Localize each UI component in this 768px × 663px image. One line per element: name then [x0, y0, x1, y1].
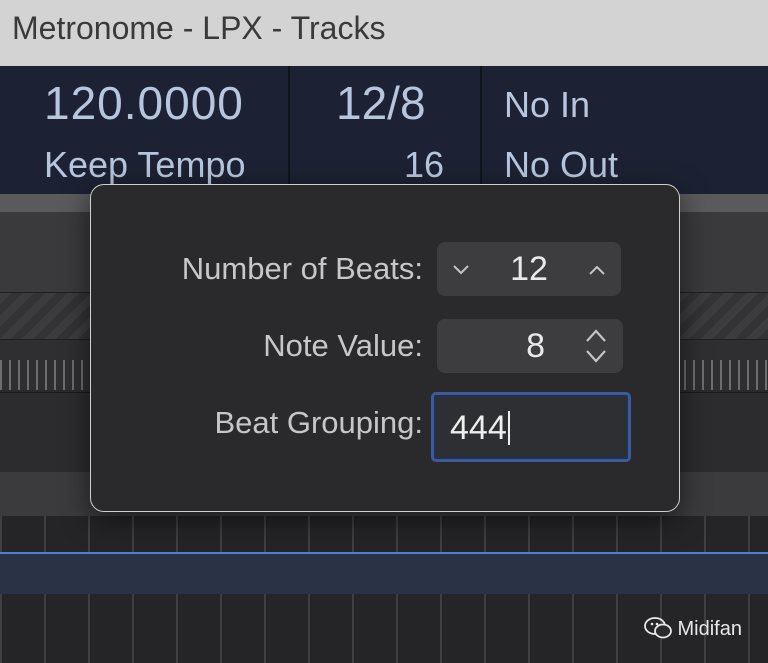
- time-signature-display[interactable]: 12/8: [336, 76, 426, 130]
- note-value-value[interactable]: 8: [526, 327, 545, 366]
- division-display[interactable]: 16: [404, 144, 444, 186]
- beat-grouping-text: 444: [450, 409, 507, 447]
- midi-out-display[interactable]: No Out: [504, 144, 618, 186]
- tempo-display[interactable]: 120.0000: [44, 76, 244, 130]
- chevron-up-icon[interactable]: [579, 250, 615, 288]
- beat-grouping-label: Beat Grouping:: [214, 405, 423, 440]
- control-bar-lcd: 120.0000 Keep Tempo 12/8 16 No In No Out: [0, 66, 768, 194]
- watermark: Midifan: [643, 617, 742, 641]
- note-value-label: Note Value:: [263, 328, 423, 363]
- text-caret: [507, 411, 510, 445]
- number-of-beats-stepper[interactable]: 12: [437, 242, 621, 296]
- beat-grouping-field[interactable]: 444: [431, 392, 631, 462]
- note-value-popup[interactable]: 8: [437, 319, 623, 373]
- lcd-divider: [480, 66, 482, 194]
- updown-chevron-icon[interactable]: [583, 325, 609, 367]
- tempo-mode-display[interactable]: Keep Tempo: [44, 144, 245, 186]
- lcd-divider: [288, 66, 290, 194]
- window-title: Metronome - LPX - Tracks: [12, 10, 386, 46]
- selected-track-lane: [0, 552, 768, 594]
- number-of-beats-label: Number of Beats:: [181, 251, 423, 286]
- beat-grouping-value[interactable]: 444: [450, 409, 510, 448]
- watermark-text: Midifan: [677, 618, 742, 640]
- wechat-logo-icon: [643, 617, 672, 639]
- midi-in-display[interactable]: No In: [504, 84, 590, 126]
- window-titlebar: Metronome - LPX - Tracks: [0, 0, 768, 67]
- time-signature-popover: Number of Beats: 12 Note Value: 8 Beat G…: [90, 184, 680, 512]
